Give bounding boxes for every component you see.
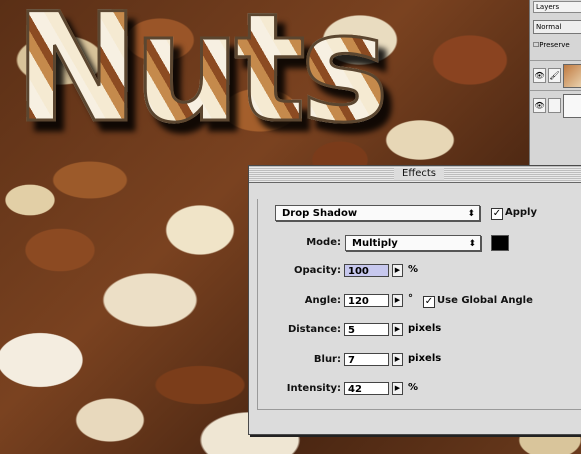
popup-arrows-icon: ⬍ — [467, 209, 475, 219]
apply-label: Apply — [505, 207, 538, 218]
effect-type-select[interactable]: Drop Shadow ⬍ — [275, 205, 480, 221]
blend-mode-select[interactable]: Normal — [533, 20, 581, 34]
layers-palette: Layers Normal ☐Preserve 👁 🖌 👁 — [529, 0, 581, 170]
eye-icon[interactable]: 👁 — [533, 98, 546, 113]
angle-input[interactable]: 120 — [344, 294, 389, 307]
use-global-angle-checkbox[interactable]: ✓ — [423, 296, 435, 308]
angle-label: Angle: — [304, 295, 341, 306]
effects-dialog: Effects Drop Shadow ⬍ ✓ Apply Mode: Mult… — [248, 165, 581, 435]
layer-row[interactable]: 👁 — [530, 90, 581, 119]
dialog-titlebar[interactable]: Effects — [249, 166, 581, 183]
blur-unit: pixels — [408, 353, 442, 364]
intensity-label: Intensity: — [286, 383, 341, 394]
intensity-input[interactable]: 42 — [344, 382, 389, 395]
distance-slider-arrow-icon[interactable]: ▶ — [392, 323, 403, 336]
use-global-angle-label: Use Global Angle — [437, 295, 533, 306]
popup-arrows-icon: ⬍ — [468, 239, 476, 249]
opacity-label: Opacity: — [293, 265, 341, 276]
distance-input[interactable]: 5 — [344, 323, 389, 336]
eye-icon[interactable]: 👁 — [533, 68, 546, 83]
distance-label: Distance: — [287, 324, 341, 335]
blur-label: Blur: — [313, 354, 341, 365]
opacity-slider-arrow-icon[interactable]: ▶ — [392, 264, 403, 277]
opacity-unit: % — [408, 264, 419, 275]
mode-label: Mode: — [306, 237, 341, 248]
distance-unit: pixels — [408, 323, 442, 334]
preserve-transparency-checkbox[interactable]: ☐Preserve — [533, 40, 581, 50]
opacity-input[interactable]: 100 — [344, 264, 389, 277]
mode-select[interactable]: Multiply ⬍ — [345, 235, 481, 251]
blur-slider-arrow-icon[interactable]: ▶ — [392, 353, 403, 366]
mode-value: Multiply — [352, 238, 398, 249]
apply-checkbox[interactable]: ✓ — [491, 208, 503, 220]
angle-dial-arrow-icon[interactable]: ▶ — [392, 294, 403, 307]
dialog-title: Effects — [394, 168, 444, 180]
layer-row[interactable]: 👁 🖌 — [530, 60, 581, 89]
layers-tab[interactable]: Layers — [533, 1, 581, 13]
intensity-slider-arrow-icon[interactable]: ▶ — [392, 382, 403, 395]
layer-thumbnail — [563, 64, 581, 88]
angle-unit: ° — [408, 293, 413, 304]
preserve-label: Preserve — [539, 41, 570, 49]
brush-slot[interactable] — [548, 98, 561, 113]
title-text-layer: Nuts — [12, 0, 390, 146]
brush-icon[interactable]: 🖌 — [548, 68, 561, 83]
blur-input[interactable]: 7 — [344, 353, 389, 366]
intensity-unit: % — [408, 382, 419, 393]
shadow-color-swatch[interactable] — [491, 235, 509, 251]
layer-thumbnail — [563, 94, 581, 118]
effect-type-value: Drop Shadow — [282, 208, 358, 219]
